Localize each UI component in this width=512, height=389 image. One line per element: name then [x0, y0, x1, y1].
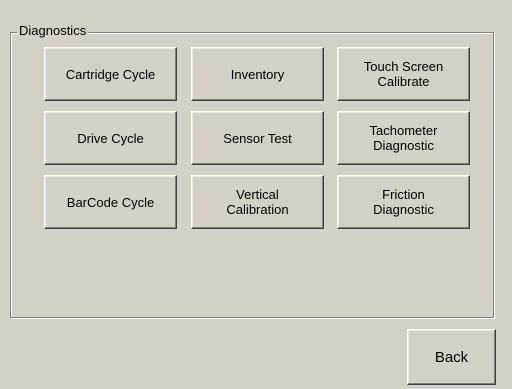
cartridge-cycle-label: Cartridge Cycle [65, 66, 156, 82]
diagnostics-group-title: Diagnostics [17, 23, 89, 39]
drive-cycle-label: Drive Cycle [77, 130, 144, 146]
friction-diagnostic-button[interactable]: Friction Diagnostic [337, 175, 470, 229]
vertical-calibration-button[interactable]: Vertical Calibration [191, 175, 324, 229]
inventory-button[interactable]: Inventory [191, 47, 324, 101]
back-button[interactable]: Back [407, 329, 496, 385]
sensor-test-label: Sensor Test [223, 130, 292, 146]
sensor-test-button[interactable]: Sensor Test [191, 111, 324, 165]
back-label: Back [434, 348, 469, 366]
touch-screen-calibrate-button[interactable]: Touch Screen Calibrate [337, 47, 470, 101]
tachometer-diagnostic-button[interactable]: Tachometer Diagnostic [337, 111, 470, 165]
barcode-cycle-label: BarCode Cycle [66, 194, 155, 210]
touch-screen-calibrate-label: Touch Screen Calibrate [363, 59, 444, 89]
inventory-label: Inventory [230, 66, 285, 82]
friction-diagnostic-label: Friction Diagnostic [373, 187, 434, 217]
tachometer-diagnostic-label: Tachometer Diagnostic [369, 123, 438, 153]
cartridge-cycle-button[interactable]: Cartridge Cycle [44, 47, 177, 101]
barcode-cycle-button[interactable]: BarCode Cycle [44, 175, 177, 229]
drive-cycle-button[interactable]: Drive Cycle [44, 111, 177, 165]
vertical-calibration-label: Vertical Calibration [226, 187, 289, 217]
